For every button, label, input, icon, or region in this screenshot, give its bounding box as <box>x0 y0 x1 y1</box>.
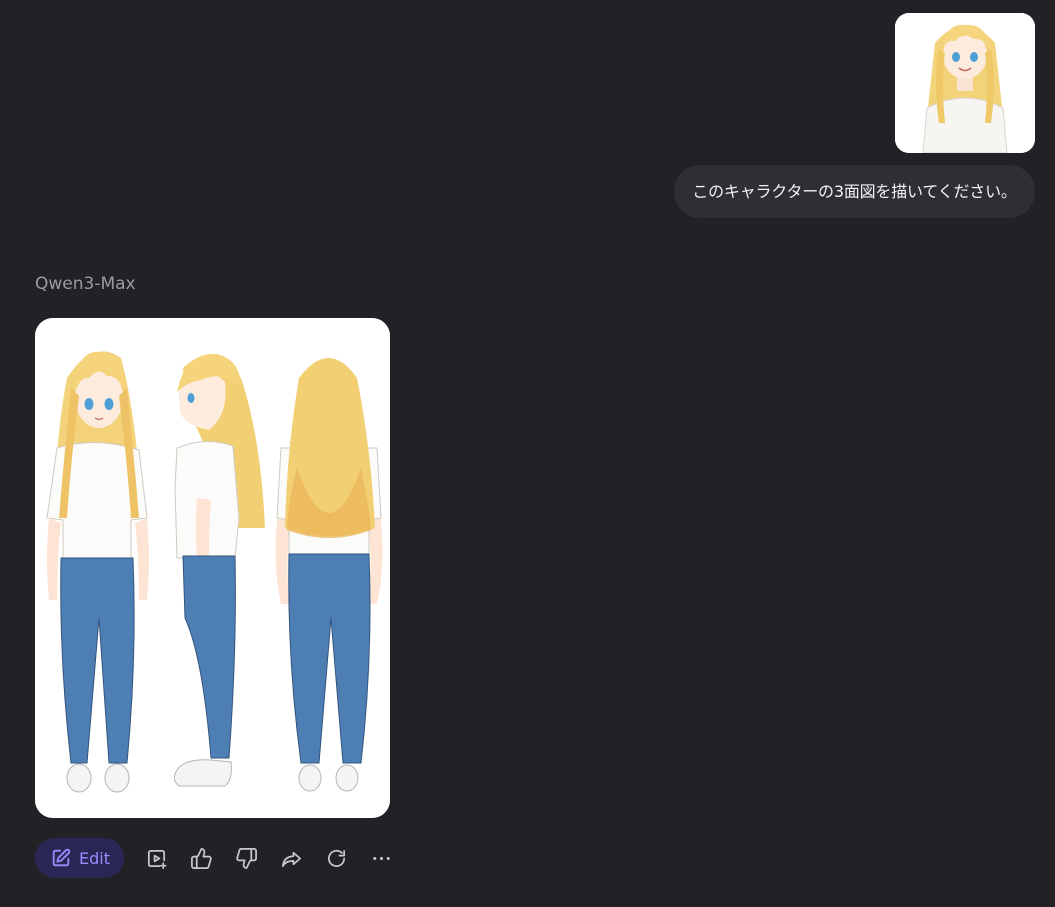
edit-button[interactable]: Edit <box>35 838 124 878</box>
chat-view: このキャラクターの3面図を描いてください。 Qwen3-Max Edit <box>0 0 1055 907</box>
message-action-bar: Edit <box>35 838 394 878</box>
generated-image[interactable] <box>35 318 390 818</box>
video-generate-icon <box>148 849 167 869</box>
regenerate-icon <box>328 849 346 867</box>
character-thumbnail <box>895 13 1035 153</box>
user-uploaded-image[interactable] <box>895 13 1035 153</box>
thumbs-down-button[interactable] <box>235 846 259 870</box>
thumbs-up-icon <box>191 847 213 869</box>
more-options-button[interactable] <box>370 846 394 870</box>
edit-label: Edit <box>79 848 110 868</box>
regenerate-button[interactable] <box>325 846 349 870</box>
user-message-bubble: このキャラクターの3面図を描いてください。 <box>674 165 1035 218</box>
thumbs-up-button[interactable] <box>190 846 214 870</box>
share-button[interactable] <box>280 846 304 870</box>
thumbs-down-icon <box>236 847 258 869</box>
model-name-label: Qwen3-Max <box>35 274 136 294</box>
edit-icon <box>52 848 71 867</box>
video-generate-button[interactable] <box>145 846 169 870</box>
share-icon <box>282 851 302 867</box>
character-sheet-illustration <box>35 318 390 818</box>
more-icon <box>373 856 391 860</box>
